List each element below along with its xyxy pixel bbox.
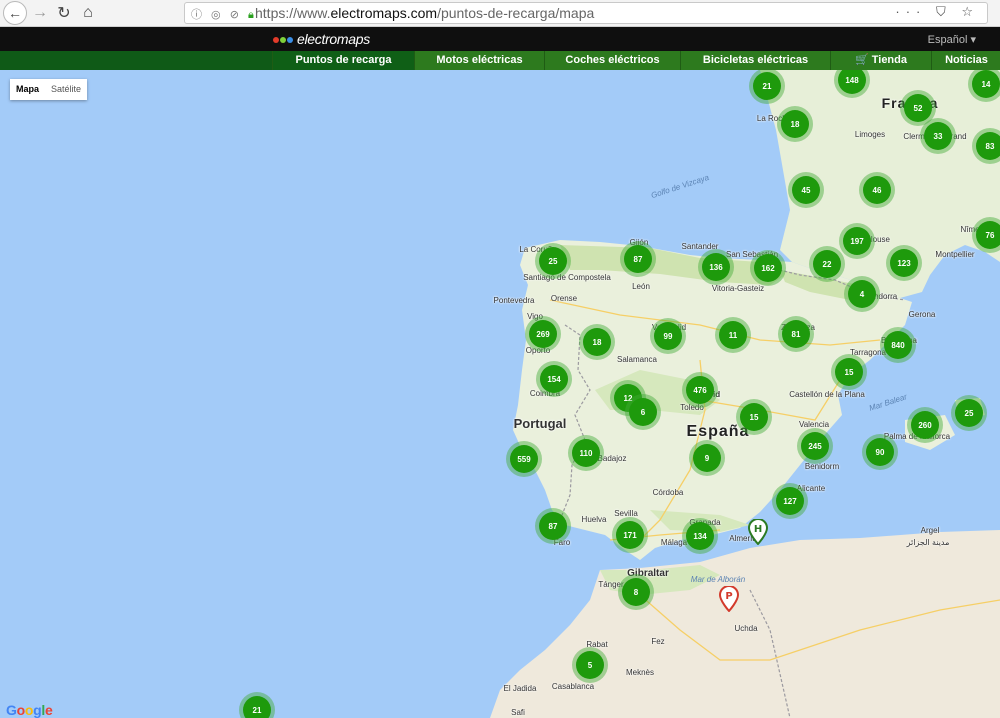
charging-cluster[interactable]: 559 bbox=[506, 441, 542, 477]
charging-cluster[interactable]: 25 bbox=[535, 243, 571, 279]
charging-cluster[interactable]: 11 bbox=[715, 317, 751, 353]
charging-cluster[interactable]: 18 bbox=[579, 324, 615, 360]
map-type-control: Mapa Satélite bbox=[10, 79, 88, 100]
charging-cluster[interactable]: 127 bbox=[772, 483, 808, 519]
nav-motos-electricas[interactable]: Motos eléctricas bbox=[414, 51, 544, 70]
charging-cluster[interactable]: 15 bbox=[831, 354, 867, 390]
logo-icon bbox=[273, 30, 294, 48]
place-label: Huelva bbox=[581, 515, 607, 524]
charging-cluster[interactable]: 99 bbox=[650, 318, 686, 354]
nav-tienda[interactable]: 🛒 Tienda bbox=[830, 51, 931, 70]
charging-cluster[interactable]: 154 bbox=[536, 361, 572, 397]
forward-icon[interactable]: → bbox=[28, 1, 52, 25]
charging-cluster[interactable]: 15 bbox=[736, 399, 772, 435]
charging-cluster[interactable]: 90 bbox=[862, 434, 898, 470]
svg-text:P: P bbox=[725, 591, 732, 602]
logo-text: electromaps bbox=[297, 31, 370, 47]
place-label: Córdoba bbox=[652, 488, 684, 497]
site-info-icons[interactable]: ⓘ ◎ ⊘ 🔒︎ bbox=[191, 6, 257, 22]
browser-toolbar: ← → ↻ ⌂ ⓘ ◎ ⊘ 🔒︎ https://www.electromaps… bbox=[0, 0, 1000, 27]
charging-cluster[interactable]: 197 bbox=[839, 223, 875, 259]
nav-bicicletas-electricas[interactable]: Bicicletas eléctricas bbox=[680, 51, 830, 70]
place-label: El Jadida bbox=[503, 684, 537, 693]
charging-cluster[interactable]: 162 bbox=[750, 250, 786, 286]
place-label: Gerona bbox=[908, 310, 936, 319]
place-label: Montpellier bbox=[935, 250, 975, 259]
google-logo[interactable]: Google bbox=[6, 702, 53, 718]
charging-cluster[interactable]: 6 bbox=[625, 394, 661, 430]
place-label: Limoges bbox=[854, 130, 886, 139]
map-canvas[interactable]: Mapa Satélite Francia España Portugal Go… bbox=[0, 70, 1000, 718]
home-icon[interactable]: ⌂ bbox=[76, 1, 100, 25]
charging-cluster[interactable]: 25 bbox=[951, 395, 987, 431]
charging-cluster[interactable]: 18 bbox=[777, 106, 813, 142]
charging-cluster[interactable]: 22 bbox=[809, 246, 845, 282]
charging-cluster[interactable]: 9 bbox=[689, 440, 725, 476]
water-label: Mar de Alborán bbox=[690, 575, 746, 584]
place-label: Salamanca bbox=[616, 355, 658, 364]
place-label: Castellón de la Plana bbox=[789, 390, 865, 399]
main-nav: Puntos de recarga Motos eléctricas Coche… bbox=[0, 51, 1000, 70]
map-type-mapa-button[interactable]: Mapa bbox=[10, 79, 45, 100]
hydrogen-station-pin-icon[interactable]: H bbox=[748, 519, 768, 545]
page-actions-icons[interactable]: ··· ⛉ ☆ bbox=[895, 4, 979, 20]
place-label: Argel bbox=[920, 526, 940, 535]
charging-cluster[interactable]: 476 bbox=[682, 372, 718, 408]
charging-cluster[interactable]: 87 bbox=[620, 241, 656, 277]
charging-cluster[interactable]: 81 bbox=[778, 316, 814, 352]
url-text[interactable]: https://www.electromaps.com/puntos-de-re… bbox=[255, 5, 594, 21]
charging-cluster[interactable]: 136 bbox=[698, 249, 734, 285]
place-label: Casablanca bbox=[551, 682, 595, 691]
svg-text:H: H bbox=[754, 524, 762, 535]
reload-icon[interactable]: ↻ bbox=[52, 1, 76, 25]
charging-cluster[interactable]: 8 bbox=[618, 574, 654, 610]
map-type-satellite-button[interactable]: Satélite bbox=[45, 79, 87, 100]
place-label: Vitoria-Gasteiz bbox=[711, 284, 765, 293]
place-label: Uchda bbox=[734, 624, 758, 633]
place-label: مدينة الجزائر bbox=[906, 538, 950, 547]
charging-cluster[interactable]: 171 bbox=[612, 517, 648, 553]
place-label: Safi bbox=[511, 708, 525, 717]
place-label: Fez bbox=[651, 637, 665, 646]
charging-cluster[interactable]: 245 bbox=[797, 428, 833, 464]
region-label: Portugal bbox=[513, 416, 567, 431]
address-bar[interactable]: ⓘ ◎ ⊘ 🔒︎ https://www.electromaps.com/pun… bbox=[184, 2, 988, 24]
parking-pin-icon[interactable]: P bbox=[719, 586, 739, 612]
nav-noticias[interactable]: Noticias bbox=[931, 51, 1000, 70]
charging-cluster[interactable]: 45 bbox=[788, 172, 824, 208]
charging-cluster[interactable]: 840 bbox=[880, 327, 916, 363]
place-label: Orense bbox=[550, 294, 578, 303]
site-header: electromaps Español ▾ bbox=[0, 27, 1000, 51]
nav-coches-electricos[interactable]: Coches eléctricos bbox=[544, 51, 680, 70]
charging-cluster[interactable]: 76 bbox=[972, 217, 1000, 253]
charging-cluster[interactable]: 14 bbox=[968, 70, 1000, 102]
charging-cluster[interactable]: 83 bbox=[972, 128, 1000, 164]
charging-cluster[interactable]: 110 bbox=[568, 435, 604, 471]
place-label: Meknès bbox=[625, 668, 655, 677]
charging-cluster[interactable]: 4 bbox=[844, 276, 880, 312]
place-label: Pontevedra bbox=[493, 296, 535, 305]
nav-puntos-de-recarga[interactable]: Puntos de recarga bbox=[272, 51, 414, 70]
charging-cluster[interactable]: 33 bbox=[920, 118, 956, 154]
charging-cluster[interactable]: 87 bbox=[535, 508, 571, 544]
charging-cluster[interactable]: 269 bbox=[525, 316, 561, 352]
charging-cluster[interactable]: 134 bbox=[682, 518, 718, 554]
back-icon[interactable]: ← bbox=[3, 1, 27, 25]
charging-cluster[interactable]: 123 bbox=[886, 245, 922, 281]
charging-cluster[interactable]: 260 bbox=[907, 407, 943, 443]
charging-cluster[interactable]: 46 bbox=[859, 172, 895, 208]
charging-cluster[interactable]: 5 bbox=[572, 647, 608, 683]
place-label: Santiago de Compostela bbox=[523, 273, 611, 282]
place-label: León bbox=[632, 282, 650, 291]
language-selector[interactable]: Español ▾ bbox=[928, 33, 976, 46]
site-logo[interactable]: electromaps bbox=[273, 31, 370, 47]
